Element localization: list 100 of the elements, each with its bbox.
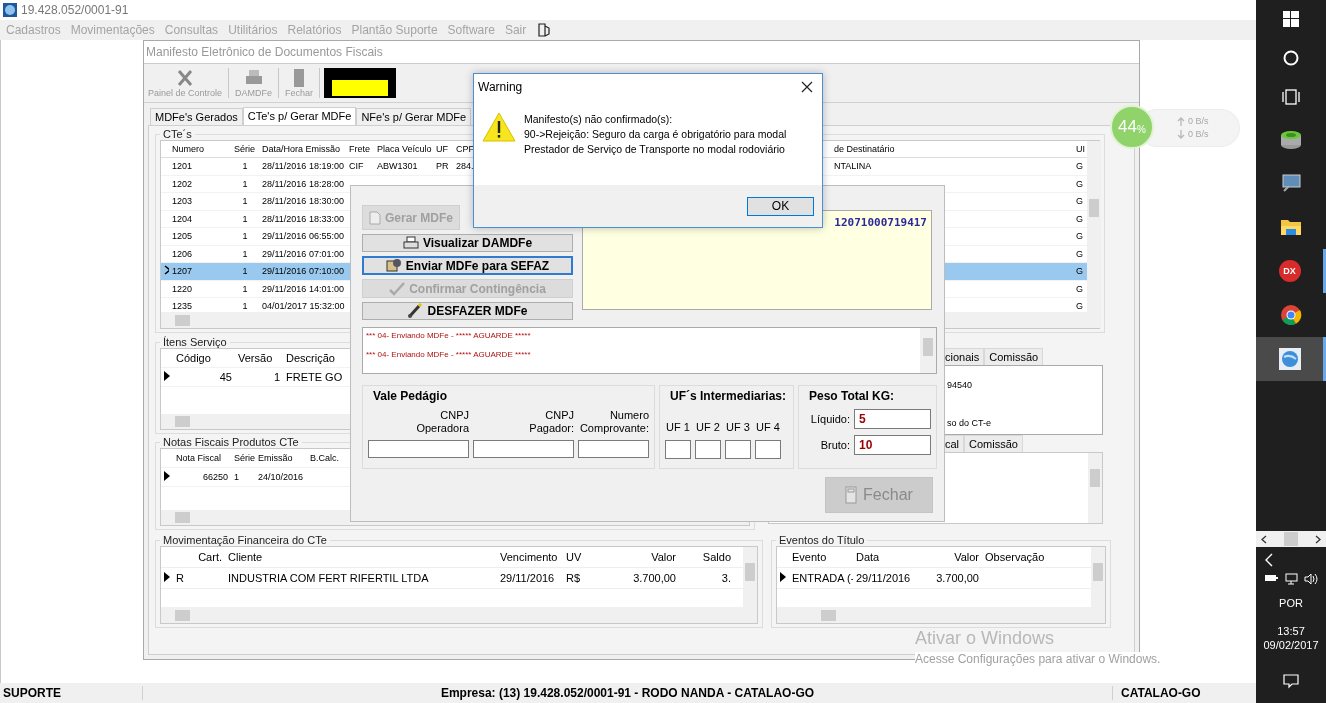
vertical-scrollbar[interactable] [1087, 141, 1101, 312]
column-header[interactable]: Data [856, 551, 880, 563]
horizontal-scrollbar[interactable] [1256, 531, 1326, 547]
column-header[interactable]: Numero [172, 144, 204, 154]
status-text: Empresa: (13) 19.428.052/0001-91 - RODO NANDA - CATALAO-GO [143, 686, 1113, 700]
table-cell: 28/11/2016 18:30:00 [262, 196, 344, 207]
clock-time[interactable]: 13:57 [1277, 625, 1305, 637]
input-field[interactable] [578, 440, 649, 458]
ok-button[interactable]: OK [747, 196, 814, 216]
column-header[interactable]: Evento [792, 551, 827, 563]
column-header[interactable]: Descrição [286, 352, 335, 364]
column-header[interactable]: Vencimento [500, 551, 558, 563]
check-icon [389, 281, 406, 296]
table-cell: 1 [234, 472, 239, 482]
horizontal-scrollbar[interactable] [161, 607, 757, 623]
monitor-icon [1280, 173, 1302, 193]
clock-date[interactable]: 09/02/2017 [1263, 639, 1319, 651]
column-header[interactable]: Código [176, 352, 211, 364]
group-title: Peso Total KG: [809, 389, 896, 403]
column-header[interactable]: Cart. [198, 551, 222, 563]
table-cell: G [1076, 231, 1083, 242]
field-label: CNPJ Pagador: [529, 409, 574, 435]
language-indicator[interactable]: POR [1279, 597, 1303, 609]
horizontal-scrollbar[interactable] [777, 607, 1105, 623]
column-header[interactable]: Emissão [258, 453, 293, 463]
volume-icon[interactable] [1304, 573, 1318, 585]
column-header[interactable]: UF [436, 144, 448, 154]
taskbar-app[interactable] [1256, 337, 1326, 381]
column-header[interactable]: Cliente [228, 551, 263, 563]
column-header[interactable]: Versão [238, 352, 273, 364]
task-view-icon[interactable] [1282, 89, 1300, 105]
table-cell: G [1076, 213, 1083, 224]
input-field[interactable] [695, 440, 721, 459]
browser-icon [1280, 304, 1302, 326]
table-cell: 1235 [172, 301, 193, 312]
battery-icon[interactable] [1264, 573, 1278, 583]
field-label: Bruto: [820, 439, 850, 451]
table-cell: 1 [242, 283, 248, 294]
vertical-scrollbar[interactable] [920, 328, 936, 373]
column-header[interactable]: Frete [349, 144, 370, 154]
table-cell: CIF [349, 161, 364, 172]
scroll-right-icon[interactable] [1315, 534, 1321, 544]
exit-icon[interactable] [536, 22, 553, 38]
table-cell: 1 [242, 213, 248, 224]
column-header[interactable]: Nota Fiscal [176, 453, 221, 463]
taskbar-app[interactable]: DX [1256, 249, 1326, 293]
chevron-left-icon[interactable] [1264, 553, 1274, 567]
printer-icon [402, 236, 419, 251]
input-field[interactable] [665, 440, 691, 459]
package-icon [385, 258, 402, 274]
table-cell: 1 [242, 161, 248, 172]
column-header[interactable]: UI [1076, 144, 1085, 154]
input-field[interactable] [368, 440, 469, 458]
tab[interactable]: Comissão [984, 348, 1044, 365]
column-header[interactable]: Valor [954, 551, 979, 563]
column-header[interactable]: Observação [985, 551, 1045, 563]
tab[interactable]: MDFe's Gerados [150, 108, 243, 125]
column-header[interactable]: Série [234, 144, 255, 154]
folder-icon [1280, 217, 1302, 237]
table-cell: INDUSTRIA COM FERT RIFERTIL LTDA [228, 572, 429, 584]
log-line: *** 04- Enviando MDFe - ***** AGUARDE ***** [366, 331, 532, 340]
column-header[interactable]: CPF [456, 144, 474, 154]
table-cell: G [1076, 283, 1083, 294]
search-icon[interactable] [1283, 50, 1299, 66]
input-field[interactable]: 10 [854, 435, 931, 455]
column-header[interactable]: Valor [651, 551, 676, 563]
action-button[interactable]: Visualizar DAMDFe [362, 234, 573, 253]
column-header[interactable]: Saldo [702, 551, 731, 563]
action-button[interactable]: DESFAZER MDFe [362, 301, 573, 320]
tab[interactable]: NFe's p/ Gerar MDFe [356, 108, 472, 125]
activation-text: Acesse Configurações para ativar o Windows. [915, 652, 1161, 666]
column-header[interactable]: Placa Veículo [377, 144, 432, 154]
vertical-scrollbar[interactable] [743, 547, 757, 607]
input-field[interactable] [725, 440, 751, 459]
input-field[interactable] [473, 440, 574, 458]
vertical-scrollbar[interactable] [1091, 547, 1105, 607]
row-pointer-icon [164, 572, 170, 582]
group-title: Notas Fiscais Produtos CTe [162, 436, 300, 448]
field-label: Numero Comprovante: [579, 409, 649, 435]
table-cell: 29/11/2016 07:10:00 [262, 266, 344, 277]
column-header[interactable]: de Destinatário [834, 144, 895, 154]
table-cell: R$ [566, 572, 581, 584]
notification-icon[interactable] [1283, 673, 1299, 689]
column-header[interactable]: Série [234, 453, 255, 463]
column-header[interactable]: UV [566, 551, 582, 563]
action-button[interactable]: Enviar MDFe para SEFAZ [362, 256, 573, 276]
input-field[interactable] [755, 440, 781, 459]
column-header[interactable]: Data/Hora Emissão [262, 144, 341, 154]
tab[interactable]: Comissão [964, 435, 1023, 452]
table-cell: 1220 [172, 283, 193, 294]
table-cell: 1201 [172, 161, 193, 172]
table-cell: 1206 [172, 248, 193, 259]
activation-title: Ativar o Windows [915, 628, 1055, 649]
start-icon[interactable] [1283, 11, 1299, 27]
vertical-scrollbar[interactable] [1088, 453, 1102, 523]
column-header[interactable]: B.Calc. [310, 453, 339, 463]
network-icon[interactable] [1284, 573, 1298, 585]
input-field[interactable]: 5 [854, 409, 931, 429]
scroll-left-icon[interactable] [1261, 534, 1267, 544]
close-icon[interactable] [801, 81, 813, 93]
